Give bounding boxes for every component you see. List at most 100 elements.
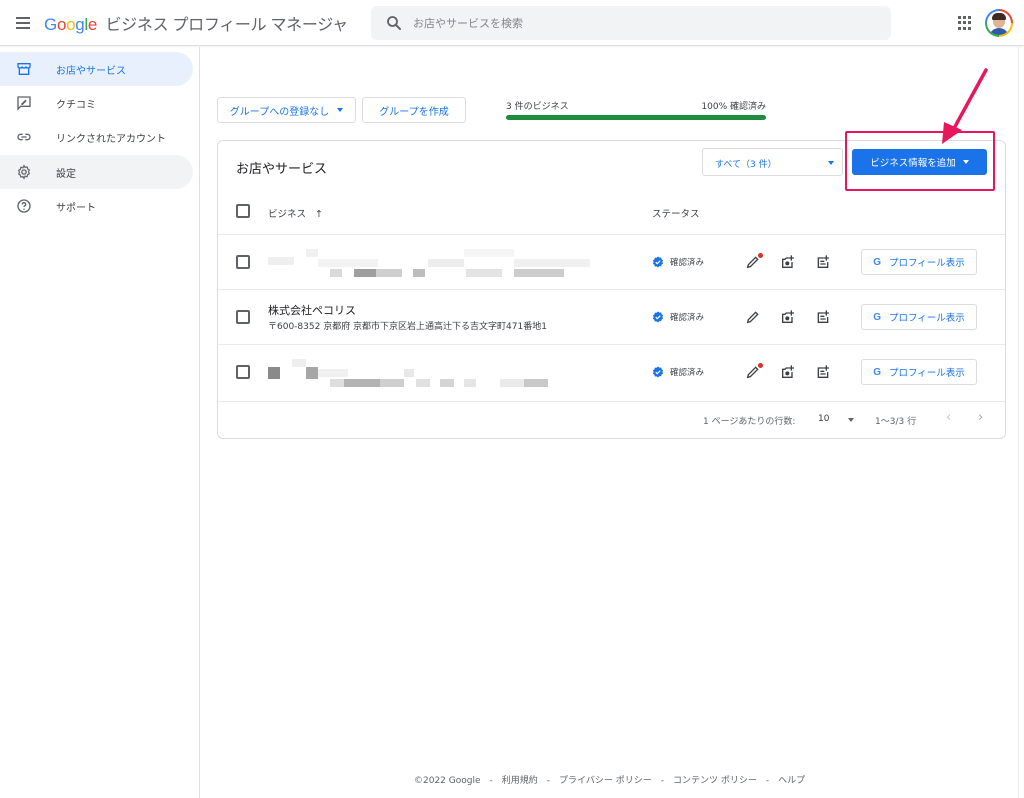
view-profile-label: プロフィール表示 — [888, 368, 965, 379]
row-checkbox[interactable] — [236, 255, 250, 269]
row-checkbox[interactable] — [236, 310, 250, 324]
wordmark-letter: e — [87, 15, 98, 34]
add-post-icon[interactable] — [815, 309, 831, 325]
progress-track — [506, 115, 766, 120]
table-row[interactable]: 株式会社ペコリス 〒600-8352 京都府 京都市下京区岩上通高辻下る吉文字町… — [218, 289, 1005, 344]
app-header: Google ビジネス プロフィール マネージャ — [0, 0, 1024, 46]
footer-separator: - — [765, 776, 770, 786]
wordmark-letter: o — [66, 15, 76, 34]
google-g-icon: G — [873, 256, 881, 268]
storefront-icon — [17, 63, 31, 75]
sidebar-item-locations[interactable]: お店やサービス — [0, 52, 193, 86]
apps-grid-icon[interactable] — [958, 16, 972, 30]
status-column-header: ステータス — [652, 209, 700, 220]
next-page-button[interactable]: › — [978, 410, 983, 425]
sidebar-item-label: お店やサービス — [56, 66, 126, 77]
create-group-label: グループを作成 — [379, 106, 449, 118]
add-photo-icon[interactable] — [780, 309, 796, 325]
wordmark-letter: G — [44, 15, 57, 34]
table-row[interactable]: 確認済み G プロフィール表示 — [218, 234, 1005, 289]
alert-dot — [758, 253, 763, 258]
alert-dot — [758, 363, 763, 368]
footer-link-help[interactable]: ヘルプ — [778, 776, 805, 786]
sort-arrow-icon: ↑ — [315, 209, 324, 220]
app-logo[interactable]: Google ビジネス プロフィール マネージャ — [44, 11, 348, 35]
review-icon — [17, 96, 31, 111]
edit-pencil-icon[interactable] — [745, 309, 761, 325]
footer-link-content-policy[interactable]: コンテンツ ポリシー — [673, 776, 757, 786]
footer-link-privacy[interactable]: プライバシー ポリシー — [559, 776, 652, 786]
footer-separator: - — [660, 776, 664, 786]
add-photo-icon[interactable] — [780, 254, 796, 270]
product-name: ビジネス プロフィール マネージャ — [105, 17, 348, 34]
view-profile-label: プロフィール表示 — [888, 258, 965, 269]
search-icon — [387, 16, 401, 30]
page-footer: ©2022 Google - 利用規約 - プライバシー ポリシー - コンテンツ ポリシー… — [412, 773, 807, 786]
view-profile-label: プロフィール表示 — [888, 313, 965, 324]
status-text: 確認済み — [670, 258, 705, 268]
rows-per-page-select[interactable]: 10 — [818, 414, 829, 424]
business-column-label: ビジネス — [268, 209, 307, 220]
business-address: 〒600-8352 京都府 京都市下京区岩上通高辻下る吉文字町471番地1 — [268, 322, 547, 332]
menu-icon[interactable] — [14, 13, 34, 33]
business-column-header[interactable]: ビジネス ↑ — [268, 206, 323, 220]
view-profile-button[interactable]: G プロフィール表示 — [861, 249, 977, 275]
annotation-arrow — [942, 68, 988, 144]
card-title: お店やサービス — [236, 162, 328, 177]
avatar[interactable] — [985, 9, 1013, 37]
scrollbar-track[interactable] — [1018, 47, 1024, 798]
create-group-button[interactable]: グループを作成 — [362, 97, 466, 123]
row-checkbox[interactable] — [236, 365, 250, 379]
chevron-down-icon — [828, 161, 834, 165]
status-text: 確認済み — [670, 313, 705, 323]
verification-progress: 3 件のビジネス 100% 確認済み — [506, 98, 766, 126]
search-input[interactable] — [413, 6, 873, 40]
sidebar-item-label: サポート — [56, 203, 96, 214]
verified-badge-icon — [652, 366, 664, 378]
sidebar-item-label: クチコミ — [56, 100, 96, 111]
progress-fill — [506, 115, 766, 120]
google-g-icon: G — [873, 366, 881, 378]
verified-percent: 100% 確認済み — [701, 102, 766, 112]
status-cell: 確認済み — [652, 256, 704, 268]
previous-page-button[interactable]: ‹ — [946, 410, 951, 425]
group-select-label: グループへの登録なし — [229, 106, 330, 118]
group-select-dropdown[interactable]: グループへの登録なし — [217, 97, 356, 123]
search-bar[interactable] — [371, 6, 891, 40]
sidebar-item-settings[interactable]: 設定 — [0, 155, 193, 189]
footer-separator: - — [546, 776, 551, 786]
status-text: 確認済み — [670, 368, 705, 378]
filter-dropdown[interactable]: すべて（3 件） — [702, 148, 843, 176]
view-profile-button[interactable]: G プロフィール表示 — [861, 304, 977, 330]
sidebar: お店やサービス クチコミ リンクされたアカウント 設定 サポート — [0, 47, 200, 798]
sidebar-item-reviews[interactable]: クチコミ — [0, 86, 193, 120]
sidebar-item-label: 設定 — [56, 169, 76, 180]
redacted-business-info — [268, 245, 608, 279]
business-count: 3 件のビジネス — [506, 102, 569, 112]
filter-label: すべて（3 件） — [715, 160, 777, 170]
redacted-business-info — [268, 355, 608, 389]
wordmark-letter: o — [56, 15, 67, 34]
page-range: 1〜3/3 行 — [875, 417, 917, 427]
rows-per-page-label: 1 ページあたりの行数: — [703, 417, 796, 427]
table-pagination: 1 ページあたりの行数: 10 1〜3/3 行 ‹ › — [218, 401, 1005, 437]
table-row[interactable]: 確認済み G プロフィール表示 — [218, 344, 1005, 399]
add-post-icon[interactable] — [815, 254, 831, 270]
add-photo-icon[interactable] — [780, 364, 796, 380]
sidebar-item-support[interactable]: サポート — [0, 189, 193, 223]
status-cell: 確認済み — [652, 366, 704, 378]
link-icon — [17, 133, 31, 141]
google-wordmark: Google — [44, 15, 101, 34]
sidebar-item-linked-accounts[interactable]: リンクされたアカウント — [0, 120, 193, 154]
chevron-down-icon[interactable] — [848, 418, 854, 422]
footer-separator: - — [489, 776, 493, 786]
verified-badge-icon — [652, 311, 664, 323]
footer-link-terms[interactable]: 利用規約 — [502, 776, 538, 786]
add-post-icon[interactable] — [815, 364, 831, 380]
select-all-checkbox[interactable] — [236, 204, 250, 218]
business-name[interactable]: 株式会社ペコリス — [268, 302, 356, 318]
sidebar-item-label: リンクされたアカウント — [56, 134, 166, 145]
chevron-down-icon — [337, 108, 344, 112]
google-g-icon: G — [873, 311, 881, 323]
view-profile-button[interactable]: G プロフィール表示 — [861, 359, 977, 385]
